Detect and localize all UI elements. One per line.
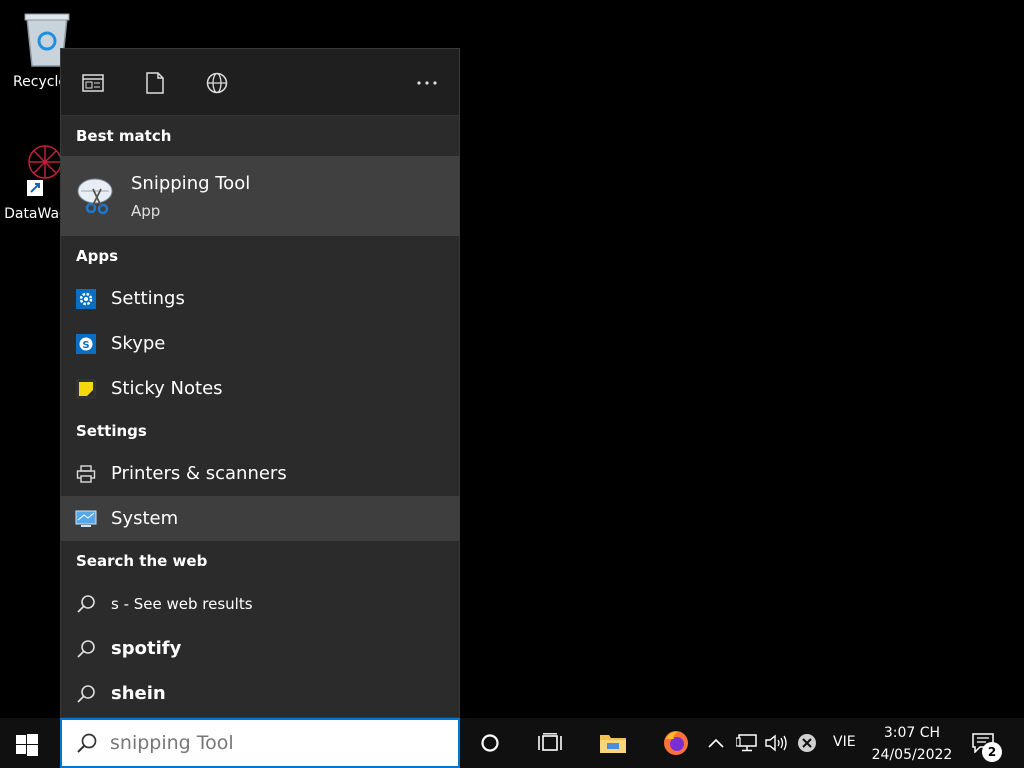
firefox-icon (664, 731, 688, 755)
search-input[interactable] (108, 731, 432, 755)
speaker-icon (765, 734, 787, 752)
folder-icon (600, 735, 626, 753)
best-match-snipping-tool[interactable]: Snipping Tool App (61, 156, 459, 236)
gear-icon (75, 288, 97, 310)
search-results-panel: Best match Snipping Tool App Apps Settin… (60, 48, 460, 718)
show-hidden-icons-button[interactable] (703, 728, 729, 758)
close-circle-icon (798, 734, 816, 752)
notification-count-badge: 2 (982, 742, 1002, 762)
app-item-skype[interactable]: S Skype (61, 321, 459, 366)
taskbar: VIE 3:07 CH 24/05/2022 2 (0, 718, 1024, 768)
status-tray-button[interactable] (794, 728, 820, 758)
setting-item-printers[interactable]: Printers & scanners (61, 451, 459, 496)
network-icon (736, 734, 757, 752)
search-icon (77, 733, 97, 753)
windows-logo-icon (16, 734, 38, 756)
apps-heading: Apps (76, 247, 119, 265)
best-match-heading: Best match (76, 127, 172, 145)
document-icon (146, 72, 164, 94)
app-item-label: Skype (111, 333, 166, 354)
taskbar-search-box[interactable] (60, 718, 460, 768)
app-item-sticky-notes[interactable]: Sticky Notes (61, 366, 459, 411)
sticky-notes-icon (75, 378, 97, 400)
task-view-button[interactable] (535, 728, 565, 758)
cortana-button[interactable] (475, 728, 505, 758)
task-view-icon (538, 733, 562, 751)
printer-icon (75, 463, 97, 485)
setting-item-label: Printers & scanners (111, 463, 287, 484)
clock-time: 3:07 CH (883, 725, 941, 741)
firefox-button[interactable] (661, 728, 691, 758)
web-suggestion-label: spotify (111, 638, 182, 659)
more-options-button[interactable] (411, 67, 443, 99)
start-button[interactable] (12, 730, 42, 760)
setting-item-system[interactable]: System (61, 496, 459, 541)
web-result-label: s - See web results (111, 594, 253, 613)
web-suggestion-label: shein (111, 683, 166, 704)
input-language-indicator[interactable]: VIE (833, 734, 856, 750)
ellipsis-icon (417, 81, 437, 85)
app-item-label: Settings (111, 288, 185, 309)
apps-filter-button[interactable] (77, 67, 109, 99)
best-match-title: Snipping Tool (131, 172, 251, 194)
svg-text:S: S (82, 340, 89, 351)
documents-filter-button[interactable] (139, 67, 171, 99)
globe-icon (206, 72, 228, 94)
settings-heading: Settings (76, 422, 147, 440)
app-item-label: Sticky Notes (111, 378, 223, 399)
web-result-item[interactable]: s - See web results (61, 581, 459, 626)
search-filter-bar (61, 49, 459, 116)
network-tray-button[interactable] (734, 728, 760, 758)
search-icon (75, 683, 97, 705)
apps-window-icon (82, 74, 104, 92)
clock-button[interactable]: 3:07 CH 24/05/2022 (868, 722, 956, 766)
web-suggestion-item[interactable]: spotify (61, 626, 459, 671)
clock-date: 24/05/2022 (871, 747, 953, 763)
cortana-circle-icon (481, 734, 499, 752)
web-suggestion-item[interactable]: shein (61, 671, 459, 716)
file-explorer-button[interactable] (598, 728, 628, 758)
search-icon (75, 593, 97, 615)
best-match-subtitle: App (131, 201, 161, 220)
skype-icon: S (75, 333, 97, 355)
chevron-up-icon (708, 738, 724, 748)
search-icon (75, 638, 97, 660)
web-filter-button[interactable] (201, 67, 233, 99)
search-web-heading: Search the web (76, 552, 208, 570)
volume-tray-button[interactable] (764, 728, 790, 758)
setting-item-label: System (111, 508, 179, 529)
app-item-settings[interactable]: Settings (61, 276, 459, 321)
monitor-icon (75, 508, 97, 530)
snipping-tool-icon (77, 178, 113, 215)
